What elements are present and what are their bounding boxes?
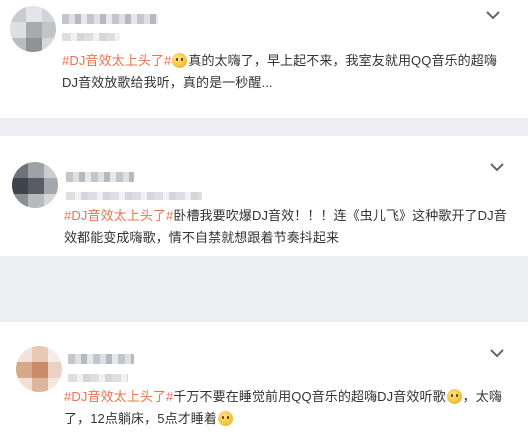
post-meta-blurred — [68, 374, 128, 382]
avatar[interactable] — [12, 162, 58, 208]
avatar[interactable] — [16, 346, 62, 392]
laugh-emoji-icon — [218, 410, 233, 426]
laugh-emoji-icon — [172, 53, 188, 68]
username-blurred[interactable] — [62, 14, 158, 24]
hashtag-link[interactable]: #DJ音效太上头了# — [62, 53, 171, 68]
post-text: #DJ音效太上头了#千万不要在睡觉前用QQ音乐的超嗨DJ音效听歌 ，太嗨了，12点… — [64, 386, 504, 429]
post-meta-blurred — [62, 33, 120, 41]
chevron-down-icon[interactable] — [488, 160, 506, 174]
username-blurred[interactable] — [68, 354, 134, 364]
hashtag-link[interactable]: #DJ音效太上头了# — [64, 208, 173, 223]
weibo-post: #DJ音效太上头了#卧槽我要吹爆DJ音效！！！连《虫儿飞》这种歌开了DJ音效都能… — [0, 136, 528, 256]
chevron-down-icon[interactable] — [488, 346, 506, 360]
chevron-down-icon[interactable] — [484, 8, 502, 22]
post-meta-blurred — [66, 192, 202, 200]
laugh-emoji-icon — [446, 389, 462, 404]
weibo-post: #DJ音效太上头了# 真的太嗨了，早上起不来，我室友就用QQ音乐的超嗨DJ音效放歌… — [0, 0, 528, 118]
avatar[interactable] — [10, 6, 56, 52]
post-text: #DJ音效太上头了#卧槽我要吹爆DJ音效！！！连《虫儿飞》这种歌开了DJ音效都能… — [64, 205, 510, 248]
post-text: #DJ音效太上头了# 真的太嗨了，早上起不来，我室友就用QQ音乐的超嗨DJ音效放歌… — [62, 50, 508, 93]
weibo-post: #DJ音效太上头了#千万不要在睡觉前用QQ音乐的超嗨DJ音效听歌 ，太嗨了，12点… — [0, 322, 528, 436]
hashtag-link[interactable]: #DJ音效太上头了# — [64, 389, 173, 404]
username-blurred[interactable] — [66, 172, 134, 182]
post-text-segment: 千万不要在睡觉前用QQ音乐的超嗨DJ音效听歌 — [173, 389, 446, 404]
